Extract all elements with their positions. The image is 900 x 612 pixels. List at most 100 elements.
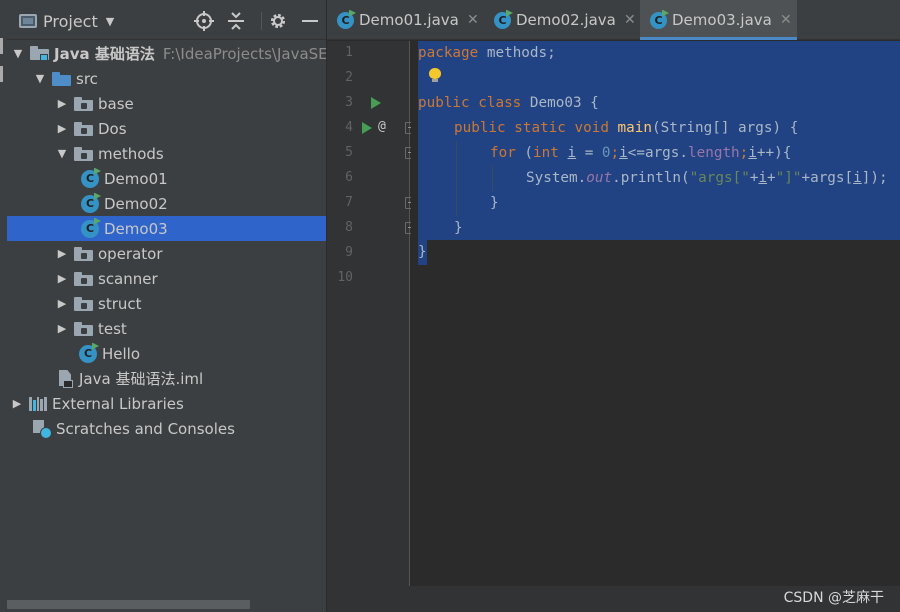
tree-item-src[interactable]: ▼ src — [7, 66, 326, 91]
tree-item-iml-file[interactable]: Java 基础语法.iml — [7, 366, 326, 391]
tab-demo03[interactable]: C Demo03.java ✕ — [640, 0, 797, 40]
tool-window-marker — [0, 38, 3, 54]
run-icon[interactable] — [371, 97, 381, 109]
code-line: package methods; — [418, 45, 556, 61]
java-class-icon: C — [81, 194, 99, 213]
code-line: public class Demo03 { — [418, 95, 599, 111]
tree-item-module[interactable]: ▼ Java 基础语法 F:\IdeaProjects\JavaSE\ — [7, 41, 326, 66]
code-line: } — [454, 220, 463, 236]
tree-item-demo01[interactable]: C Demo01 — [7, 166, 326, 191]
tab-label: Demo02.java — [516, 11, 616, 29]
tree-item-label: methods — [98, 144, 164, 163]
collapse-all-icon[interactable] — [225, 10, 247, 32]
tab-demo02[interactable]: C Demo02.java ✕ — [484, 0, 640, 40]
crosshair-icon[interactable] — [193, 10, 215, 32]
code-line: System.out.println("args["+i+"]"+args[i]… — [526, 170, 888, 186]
editor-tab-bar: C Demo01.java ✕ C Demo02.java ✕ C Demo03… — [327, 0, 900, 40]
tree-item-label: base — [98, 94, 134, 113]
code-editor[interactable]: package methods; public class Demo03 { p… — [411, 41, 900, 586]
tree-item-methods[interactable]: ▼ methods — [7, 141, 326, 166]
editor-gutter[interactable]: 1 2 3 4 5 6 7 8 9 10 @ — [327, 41, 415, 586]
tree-item-label: Java 基础语法 — [54, 45, 155, 63]
minimize-icon[interactable] — [299, 10, 321, 32]
tab-label: Demo03.java — [672, 11, 772, 29]
tab-demo01[interactable]: C Demo01.java ✕ — [327, 0, 484, 40]
expand-arrow-icon[interactable]: ▶ — [54, 297, 70, 310]
line-number: 1 — [345, 45, 353, 60]
line-number: 3 — [345, 95, 353, 110]
libraries-icon — [29, 396, 47, 411]
tree-item-label: src — [76, 69, 98, 88]
line-number: 7 — [345, 195, 353, 210]
expand-arrow-icon[interactable]: ▶ — [54, 272, 70, 285]
code-line: for (int i = 0;i<=args.length;i++){ — [490, 145, 792, 161]
line-number: 5 — [345, 145, 353, 160]
iml-file-icon — [59, 370, 73, 388]
watermark: CSDN @芝麻干 — [783, 590, 884, 606]
tree-item-label: Hello — [102, 344, 141, 363]
horizontal-scrollbar[interactable] — [7, 600, 250, 609]
expand-arrow-icon[interactable]: ▼ — [54, 147, 70, 160]
expand-arrow-icon[interactable]: ▶ — [9, 397, 25, 410]
expand-arrow-icon[interactable]: ▶ — [54, 97, 70, 110]
package-folder-icon — [74, 321, 93, 336]
tree-item-scratches[interactable]: Scratches and Consoles — [7, 416, 326, 441]
tree-item-label: struct — [98, 294, 142, 313]
project-view-selector[interactable]: Project ▼ — [19, 10, 114, 32]
tree-item-label: Scratches and Consoles — [56, 419, 235, 438]
indent-guide — [456, 141, 457, 216]
header-divider — [261, 12, 262, 30]
expand-arrow-icon[interactable]: ▶ — [54, 122, 70, 135]
lightbulb-icon[interactable] — [429, 68, 441, 82]
tree-item-label: scanner — [98, 269, 158, 288]
close-icon[interactable]: ✕ — [623, 12, 637, 28]
tree-item-external-libraries[interactable]: ▶ External Libraries — [7, 391, 326, 416]
expand-arrow-icon[interactable]: ▼ — [32, 72, 48, 85]
gear-icon[interactable] — [267, 10, 289, 32]
tree-item-demo03[interactable]: C Demo03 — [7, 216, 326, 241]
package-folder-icon — [74, 271, 93, 286]
tree-item-base[interactable]: ▶ base — [7, 91, 326, 116]
expand-arrow-icon[interactable]: ▶ — [54, 322, 70, 335]
tree-item-label: Demo03 — [104, 219, 168, 238]
package-folder-icon — [74, 96, 93, 111]
java-class-icon: C — [81, 169, 99, 188]
tab-label: Demo01.java — [359, 11, 459, 29]
tree-item-scanner[interactable]: ▶ scanner — [7, 266, 326, 291]
tree-item-label: Demo01 — [104, 169, 168, 188]
project-panel-title: Project — [43, 11, 98, 31]
module-folder-icon — [30, 46, 49, 61]
tree-item-dos[interactable]: ▶ Dos — [7, 116, 326, 141]
project-panel-header: Project ▼ — [7, 0, 326, 40]
tree-item-label: Java 基础语法.iml — [79, 370, 204, 388]
code-line: } — [418, 244, 427, 260]
project-tool-window: Project ▼ ▼ Java 基础语法 F:\IdeaProjects\Ja… — [7, 0, 326, 612]
tree-item-test[interactable]: ▶ test — [7, 316, 326, 341]
scratches-icon — [33, 419, 52, 439]
tool-window-marker — [0, 66, 3, 82]
indent-guide — [492, 165, 493, 191]
module-path: F:\IdeaProjects\JavaSE\ — [162, 44, 326, 63]
package-folder-icon — [74, 121, 93, 136]
expand-arrow-icon[interactable]: ▶ — [54, 247, 70, 260]
close-icon[interactable]: ✕ — [779, 12, 793, 28]
tree-item-demo02[interactable]: C Demo02 — [7, 191, 326, 216]
line-number: 2 — [345, 70, 353, 85]
source-folder-icon — [52, 71, 71, 86]
expand-arrow-icon[interactable]: ▼ — [10, 47, 26, 60]
line-number: 10 — [337, 270, 353, 285]
line-number: 9 — [345, 245, 353, 260]
tree-item-label: Demo02 — [104, 194, 168, 213]
tree-item-hello[interactable]: C Hello — [7, 341, 326, 366]
run-icon[interactable] — [362, 122, 372, 134]
chevron-down-icon: ▼ — [105, 14, 115, 28]
tree-item-label: External Libraries — [52, 394, 184, 413]
line-number: 8 — [345, 220, 353, 235]
override-marker-icon[interactable]: @ — [378, 119, 386, 134]
tree-item-struct[interactable]: ▶ struct — [7, 291, 326, 316]
tree-item-operator[interactable]: ▶ operator — [7, 241, 326, 266]
package-folder-icon — [74, 146, 93, 161]
tree-item-label: test — [98, 319, 127, 338]
java-class-icon: C — [79, 344, 97, 363]
close-icon[interactable]: ✕ — [466, 12, 480, 28]
